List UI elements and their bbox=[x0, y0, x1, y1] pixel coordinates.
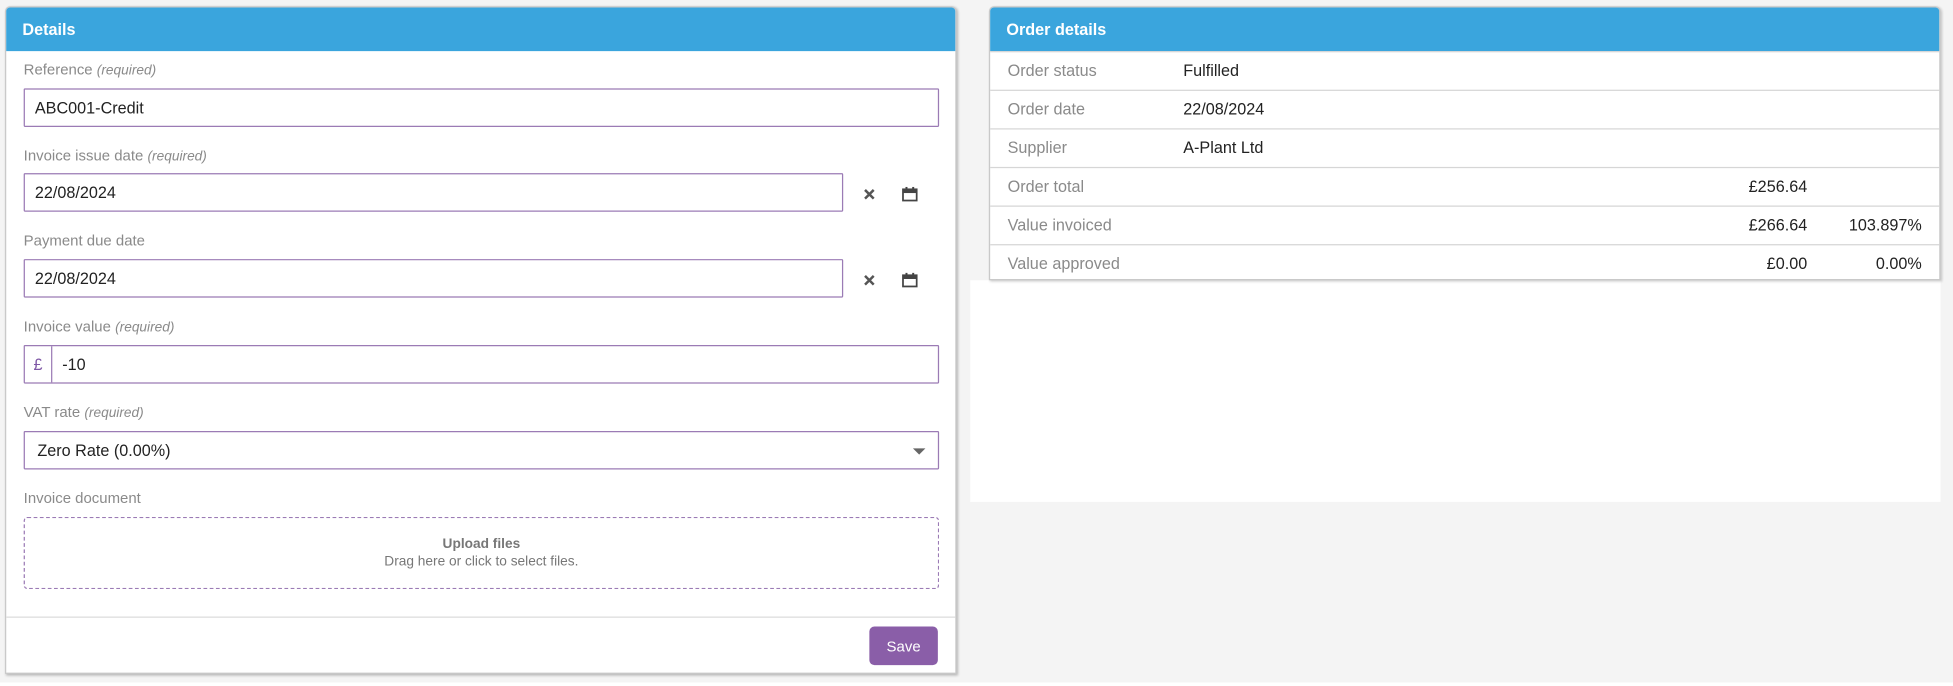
reference-label: Reference (required) bbox=[23, 61, 157, 79]
app-canvas: Details Reference (required) ABC001-Cred… bbox=[0, 0, 1953, 683]
right-content-area bbox=[970, 280, 1941, 502]
order-details-header: Order details bbox=[990, 7, 1940, 52]
clear-issue-date-icon[interactable] bbox=[858, 183, 880, 205]
chevron-down-icon bbox=[912, 448, 926, 455]
order-row-supplier: Supplier A-Plant Ltd bbox=[990, 128, 1940, 167]
due-date-label: Payment due date bbox=[23, 231, 145, 250]
invoice-value-label: Invoice value (required) bbox=[23, 317, 175, 336]
invoice-value-input[interactable]: £ -10 bbox=[23, 345, 940, 384]
order-row-date: Order date 22/08/2024 bbox=[990, 89, 1940, 129]
vat-rate-label: VAT rate (required) bbox=[23, 403, 144, 421]
clear-due-date-icon[interactable] bbox=[858, 269, 880, 291]
invoice-document-label: Invoice document bbox=[23, 489, 141, 507]
order-row-status: Order status Fulfilled bbox=[990, 51, 1940, 90]
vat-rate-select[interactable]: Zero Rate (0.00%) bbox=[23, 430, 940, 470]
upload-hint: Drag here or click to select files. bbox=[384, 554, 579, 570]
reference-input[interactable]: ABC001-Credit bbox=[23, 88, 940, 128]
order-details-panel: Order details Order status Fulfilled Ord… bbox=[988, 6, 1941, 283]
order-row-total: Order total £256.64 bbox=[990, 166, 1940, 206]
footer-divider bbox=[6, 616, 956, 618]
due-date-input[interactable]: 22/08/2024 bbox=[23, 259, 844, 298]
details-header: Details bbox=[6, 7, 956, 52]
details-panel: Details Reference (required) ABC001-Cred… bbox=[4, 6, 957, 674]
currency-prefix: £ bbox=[25, 346, 53, 383]
upload-title: Upload files bbox=[442, 536, 521, 552]
order-row-value-invoiced: Value invoiced £266.64 103.897% bbox=[990, 205, 1940, 245]
save-button[interactable]: Save bbox=[869, 626, 938, 666]
calendar-issue-date-icon[interactable] bbox=[898, 183, 920, 205]
calendar-due-date-icon[interactable] bbox=[898, 269, 920, 291]
order-row-value-approved: Value approved £0.00 0.00% bbox=[990, 244, 1940, 283]
issue-date-label: Invoice issue date (required) bbox=[23, 146, 207, 165]
issue-date-input[interactable]: 22/08/2024 bbox=[23, 173, 844, 212]
upload-dropzone[interactable]: Upload files Drag here or click to selec… bbox=[23, 516, 940, 590]
